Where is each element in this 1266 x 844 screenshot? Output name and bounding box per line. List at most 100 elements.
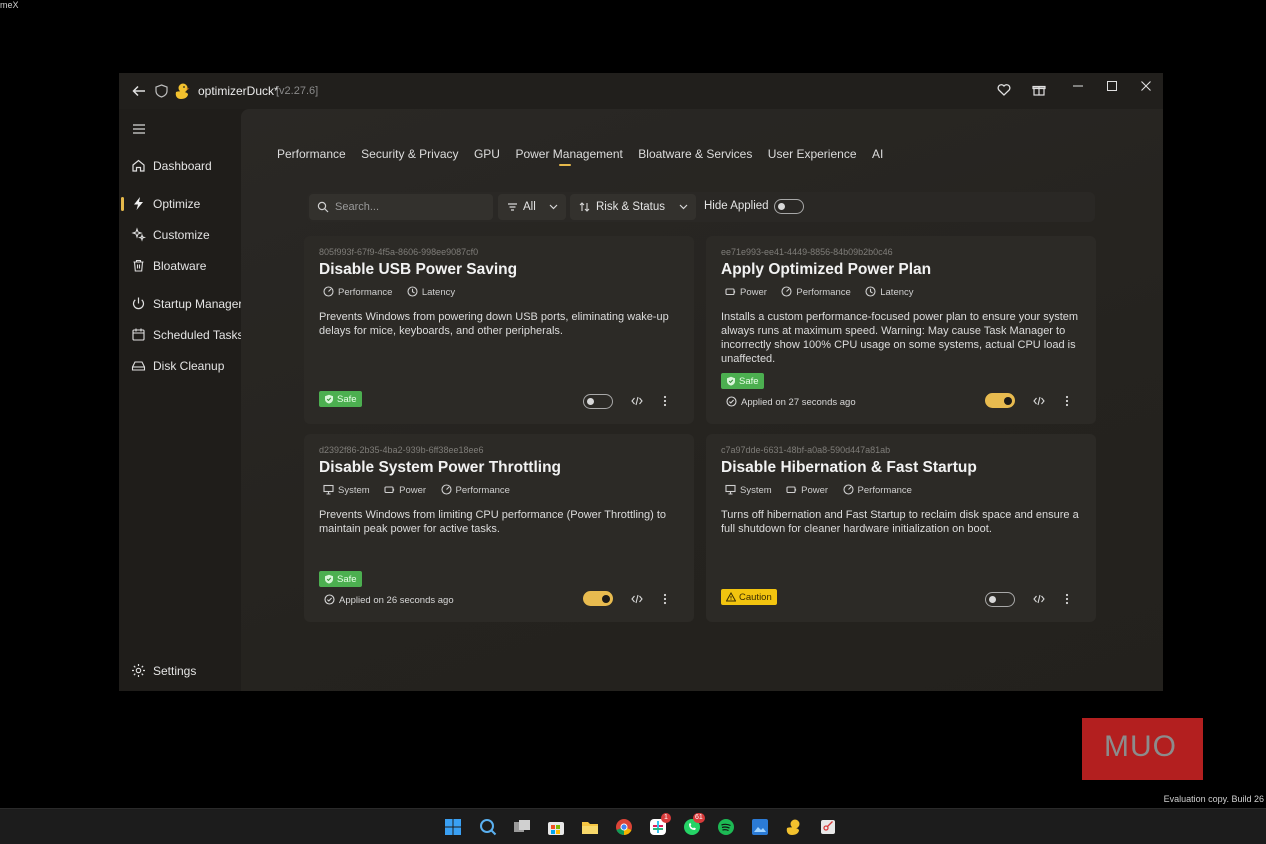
tab-performance[interactable]: Performance <box>277 147 346 161</box>
sidebar-item-dashboard[interactable]: Dashboard <box>119 154 241 178</box>
toggle-knob <box>989 595 996 603</box>
task-view-icon[interactable] <box>513 818 531 836</box>
tweak-toggle[interactable] <box>583 591 613 606</box>
filter-icon <box>508 203 517 211</box>
tweak-description: Prevents Windows from powering down USB … <box>319 311 669 337</box>
sidebar-item-customize[interactable]: Customize <box>119 223 241 247</box>
optimizerduck-taskbar-icon[interactable] <box>785 818 803 836</box>
code-icon[interactable] <box>631 594 643 604</box>
heart-icon[interactable] <box>997 83 1011 97</box>
tab-user-experience[interactable]: User Experience <box>768 147 857 161</box>
code-icon[interactable] <box>1033 594 1045 604</box>
tweak-id: d2392f86-2b35-4ba2-939b-6ff38ee18ee6 <box>319 445 484 455</box>
tag: System <box>725 484 772 496</box>
file-explorer-icon[interactable] <box>581 818 599 836</box>
store-icon[interactable] <box>547 818 565 836</box>
sidebar-item-startup-manager[interactable]: Startup Manager <box>119 292 242 316</box>
tag: Power <box>384 484 426 496</box>
sort-icon <box>579 202 590 212</box>
chevron-down-icon <box>679 204 688 210</box>
tweak-toggle[interactable] <box>583 394 613 409</box>
search-input[interactable]: Search... <box>309 194 493 220</box>
app-title: optimizerDuck* <box>198 84 279 98</box>
sidebar-item-label: Bloatware <box>153 259 207 273</box>
spotify-icon[interactable] <box>717 818 735 836</box>
tweak-toggle[interactable] <box>985 393 1015 408</box>
category-tabs: Performance Security & Privacy GPU Power… <box>277 145 894 166</box>
tag-label: Performance <box>857 484 912 496</box>
tab-ai[interactable]: AI <box>872 147 883 161</box>
search-icon <box>317 201 329 213</box>
risk-label: Safe <box>337 574 357 585</box>
category-filter-dropdown[interactable]: All <box>498 194 566 220</box>
tweak-tags: Performance Latency <box>323 283 465 298</box>
sidebar-item-label: Optimize <box>153 197 201 211</box>
sidebar-item-optimize[interactable]: Optimize <box>119 192 241 216</box>
hide-applied-toggle[interactable] <box>774 199 804 214</box>
back-arrow-icon[interactable] <box>131 83 147 99</box>
sidebar: Dashboard Optimize Customize Bloatware S… <box>119 109 244 691</box>
notification-badge: 61 <box>693 813 705 823</box>
snipping-tool-icon[interactable] <box>819 818 837 836</box>
tweak-toggle[interactable] <box>985 592 1015 607</box>
muo-logo-text: MUO <box>1104 730 1177 763</box>
hamburger-menu-icon[interactable] <box>132 123 146 135</box>
code-icon[interactable] <box>1033 396 1045 406</box>
active-indicator <box>121 197 124 211</box>
tab-bloatware-services[interactable]: Bloatware & Services <box>638 147 752 161</box>
toggle-knob <box>602 594 610 603</box>
sidebar-item-settings[interactable]: Settings <box>131 661 231 681</box>
search-icon[interactable] <box>479 818 497 836</box>
risk-label: Caution <box>739 592 772 603</box>
gauge-icon <box>842 484 854 495</box>
chrome-icon[interactable] <box>615 818 633 836</box>
tag: System <box>323 484 370 496</box>
tweak-card: ee71e993-ee41-4449-8856-84b09b2b0c46 App… <box>706 236 1096 424</box>
more-vertical-icon[interactable] <box>663 593 667 605</box>
gift-icon[interactable] <box>1032 83 1046 97</box>
tweak-tags: Power Performance Latency <box>725 283 924 298</box>
drive-icon <box>131 361 146 371</box>
filter-toolbar: Search... All Risk & Status Hide Applied <box>307 192 1095 222</box>
tab-security-privacy[interactable]: Security & Privacy <box>361 147 458 161</box>
tag: Performance <box>842 484 912 496</box>
sidebar-item-label: Scheduled Tasks <box>153 328 244 342</box>
more-vertical-icon[interactable] <box>1065 593 1069 605</box>
code-icon[interactable] <box>631 396 643 406</box>
clock-icon <box>865 286 876 297</box>
sort-dropdown[interactable]: Risk & Status <box>570 194 696 220</box>
tag: Power <box>725 286 767 298</box>
applied-status: Applied on 26 seconds ago <box>324 594 454 606</box>
notification-badge: 1 <box>661 813 671 823</box>
evaluation-copy-text: Evaluation copy. Build 26 <box>1163 794 1264 804</box>
toggle-knob <box>587 397 594 405</box>
tag-label: System <box>338 484 370 496</box>
clock-icon <box>407 286 418 297</box>
app-version: [v2.27.6] <box>276 85 319 97</box>
sidebar-item-disk-cleanup[interactable]: Disk Cleanup <box>119 354 241 378</box>
tab-gpu[interactable]: GPU <box>474 147 500 161</box>
sidebar-item-scheduled-tasks[interactable]: Scheduled Tasks <box>119 323 244 347</box>
photos-icon[interactable] <box>751 818 769 836</box>
windows-start-icon[interactable] <box>444 818 462 836</box>
tag-label: Performance <box>455 484 510 496</box>
gauge-icon <box>323 286 334 297</box>
tag: Latency <box>865 286 914 298</box>
tab-power-management[interactable]: Power Management <box>515 147 623 166</box>
minimize-icon[interactable] <box>1067 77 1089 95</box>
more-vertical-icon[interactable] <box>663 395 667 407</box>
tag-label: Performance <box>796 286 851 298</box>
shield-check-icon <box>325 394 333 404</box>
tweak-id: ee71e993-ee41-4449-8856-84b09b2b0c46 <box>721 247 893 257</box>
close-icon[interactable] <box>1135 77 1157 95</box>
applied-text: Applied on 26 seconds ago <box>339 595 454 606</box>
more-vertical-icon[interactable] <box>1065 395 1069 407</box>
tag-label: Performance <box>338 286 393 298</box>
shield-icon <box>155 84 168 98</box>
sidebar-item-label: Disk Cleanup <box>153 359 225 373</box>
tweak-card: 805f993f-67f9-4f5a-8606-998ee9087cf0 Dis… <box>304 236 694 424</box>
tweak-title: Disable Hibernation & Fast Startup <box>721 459 977 476</box>
search-placeholder: Search... <box>335 201 380 213</box>
sidebar-item-bloatware[interactable]: Bloatware <box>119 254 241 278</box>
maximize-icon[interactable] <box>1101 77 1123 95</box>
